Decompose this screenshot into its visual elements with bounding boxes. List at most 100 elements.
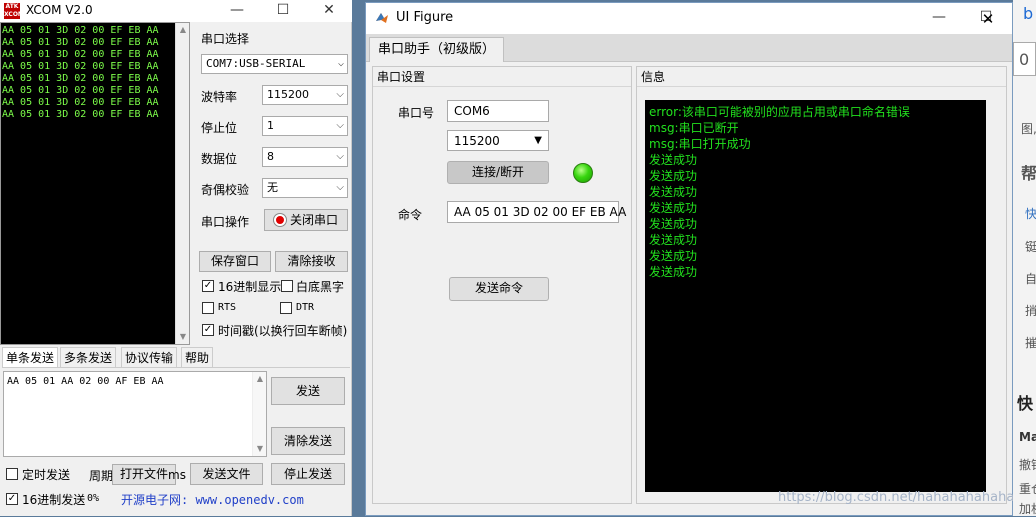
status-lamp xyxy=(573,163,593,183)
hex-display-checkbox[interactable]: ✓ xyxy=(202,280,214,292)
figure-title: UI Figure xyxy=(396,10,454,25)
info-log-line: 发送成功 xyxy=(649,185,698,199)
xcom-logo-icon: ATK XCOM xyxy=(4,3,24,19)
info-log-line: 发送成功 xyxy=(649,249,698,263)
stop-bits-select[interactable]: 1 ⌵ xyxy=(262,116,348,136)
close-port-button[interactable]: 关闭串口 xyxy=(264,209,348,231)
open-file-button[interactable]: 打开文件 xyxy=(112,464,176,485)
chevron-down-icon: ⌵ xyxy=(337,58,344,69)
command-label: 命令 xyxy=(398,208,423,222)
progress-percent: 0% xyxy=(87,493,100,504)
receive-line: AA 05 01 3D 02 00 EF EB AA xyxy=(2,97,159,108)
info-panel-title: 信息 xyxy=(637,67,1006,87)
chevron-down-icon: ⌵ xyxy=(336,120,344,131)
receive-line: AA 05 01 3D 02 00 EF EB AA xyxy=(2,61,159,72)
tab-multi-send[interactable]: 多条发送 xyxy=(60,347,117,367)
info-log-line: error:该串口可能被别的应用占用或串口命名错误 xyxy=(649,105,910,119)
tab-protocol[interactable]: 协议传输 xyxy=(121,347,178,367)
receive-line: AA 05 01 3D 02 00 EF EB AA xyxy=(2,73,159,84)
white-bg-label: 白底黑字 xyxy=(296,280,345,294)
port-number-input[interactable]: COM6 xyxy=(447,100,549,122)
connect-button[interactable]: 连接/断开 xyxy=(447,161,549,184)
openedv-link[interactable]: 开源电子网: www.openedv.com xyxy=(121,491,304,508)
info-log-line: msg:串口已断开 xyxy=(649,121,739,135)
clear-send-button[interactable]: 清除发送 xyxy=(271,427,345,455)
tab-divider xyxy=(2,367,350,368)
rts-checkbox[interactable] xyxy=(202,302,214,314)
scroll-up-icon[interactable]: ▲ xyxy=(253,372,267,386)
close-icon[interactable]: ✕ xyxy=(306,0,352,22)
background-text: 捎 xyxy=(1025,304,1036,318)
scroll-up-icon[interactable]: ▲ xyxy=(176,23,190,37)
scroll-down-icon[interactable]: ▼ xyxy=(253,442,267,456)
maximize-icon[interactable]: ☐ xyxy=(260,0,306,22)
chevron-down-icon: ⌵ xyxy=(336,151,344,162)
rts-label: RTS xyxy=(218,302,237,313)
bing-icon: b xyxy=(1023,4,1034,23)
info-log[interactable]: error:该串口可能被别的应用占用或串口命名错误 msg:串口已断开 msg:串口… xyxy=(645,100,986,492)
info-log-line: 发送成功 xyxy=(649,201,698,215)
receive-line: AA 05 01 3D 02 00 EF EB AA xyxy=(2,85,159,96)
figure-close-icon[interactable]: ✕ xyxy=(977,8,999,30)
timestamp-checkbox[interactable]: ✓ xyxy=(202,324,214,336)
send-button[interactable]: 发送 xyxy=(271,377,345,405)
receive-line: AA 05 01 3D 02 00 EF EB AA xyxy=(2,37,159,48)
receive-scrollbar[interactable]: ▲ ▼ xyxy=(175,23,189,344)
watermark: https://blog.csdn.net/hahahahahaha xyxy=(778,490,1015,505)
xcom-window: ATK XCOM XCOM V2.0 — ☐ ✕ AA 05 01 3D 02 0… xyxy=(0,0,352,516)
tab-serial-assistant[interactable]: 串口助手（初级版） xyxy=(369,37,505,62)
baud-dropdown[interactable]: 115200 ▼ xyxy=(447,130,549,151)
background-app: b 0 图, 帮 快 铤 自 捎 摧 快 Ma 撤销 重仓 加机 xyxy=(1013,0,1036,516)
send-text: AA 05 01 AA 02 00 AF EB AA xyxy=(7,376,164,387)
command-input[interactable]: AA 05 01 3D 02 00 EF EB AA xyxy=(447,201,626,223)
minimize-icon[interactable]: — xyxy=(916,7,962,29)
settings-panel: 串口设置 串口号 COM6 115200 ▼ 连接/断开 命令 AA 05 01… xyxy=(372,66,632,504)
info-panel: 信息 error:该串口可能被别的应用占用或串口命名错误 msg:串口已断开 msg… xyxy=(636,66,1007,504)
minimize-icon[interactable]: — xyxy=(214,0,260,22)
xcom-title: XCOM V2.0 xyxy=(26,3,93,17)
background-text: 铤 xyxy=(1025,240,1036,254)
parity-select[interactable]: 无 ⌵ xyxy=(262,178,348,198)
receive-area[interactable]: AA 05 01 3D 02 00 EF EB AA AA 05 01 3D 02… xyxy=(0,22,190,345)
hex-display-label: 16进制显示 xyxy=(218,280,282,294)
receive-text: AA 05 01 3D 02 00 EF EB AA AA 05 01 3D 02… xyxy=(2,25,159,121)
send-input[interactable]: AA 05 01 AA 02 00 AF EB AA ▲ ▼ xyxy=(3,371,267,457)
settings-panel-title: 串口设置 xyxy=(373,67,631,87)
red-dot-icon xyxy=(273,214,286,226)
period-unit: ms xyxy=(168,468,186,482)
send-file-button[interactable]: 发送文件 xyxy=(190,463,263,485)
parity-label: 奇偶校验 xyxy=(201,183,250,197)
receive-line: AA 05 01 3D 02 00 EF EB AA xyxy=(2,49,159,60)
baud-dropdown-value: 115200 xyxy=(454,134,500,148)
dropdown-arrow-icon: ▼ xyxy=(534,135,542,146)
timed-send-checkbox[interactable] xyxy=(6,468,18,480)
receive-line: AA 05 01 3D 02 00 EF EB AA xyxy=(2,109,159,120)
hex-send-checkbox[interactable]: ✓ xyxy=(6,493,18,505)
data-bits-select[interactable]: 8 ⌵ xyxy=(262,147,348,167)
clear-receive-button[interactable]: 清除接收 xyxy=(275,251,348,272)
port-op-label: 串口操作 xyxy=(201,215,250,229)
stop-send-button[interactable]: 停止发送 xyxy=(271,463,345,485)
send-command-button[interactable]: 发送命令 xyxy=(449,277,549,301)
port-select[interactable]: COM7:USB-SERIAL ⌵ xyxy=(201,54,348,74)
send-scrollbar[interactable]: ▲ ▼ xyxy=(252,372,266,456)
tab-single-send[interactable]: 单条发送 xyxy=(2,347,59,367)
baud-label: 波特率 xyxy=(201,90,238,104)
info-log-line: 发送成功 xyxy=(649,233,698,247)
info-log-line: 发送成功 xyxy=(649,217,698,231)
save-window-button[interactable]: 保存窗口 xyxy=(199,251,271,272)
background-text: 快 xyxy=(1025,207,1036,221)
data-bits-label: 数据位 xyxy=(201,152,238,166)
baud-select-value: 115200 xyxy=(267,88,309,101)
stop-bits-value: 1 xyxy=(267,119,274,132)
receive-line: AA 05 01 3D 02 00 EF EB AA xyxy=(2,25,159,36)
baud-select[interactable]: 115200 ⌵ xyxy=(262,85,348,105)
dtr-checkbox[interactable] xyxy=(280,302,292,314)
tab-help[interactable]: 帮助 xyxy=(181,347,214,367)
scroll-down-icon[interactable]: ▼ xyxy=(176,330,190,344)
hex-send-label: 16进制发送 xyxy=(22,493,86,507)
stop-bits-label: 停止位 xyxy=(201,121,238,135)
data-bits-value: 8 xyxy=(267,150,274,163)
white-bg-checkbox[interactable] xyxy=(281,280,293,292)
timed-send-label: 定时发送 xyxy=(22,468,71,482)
